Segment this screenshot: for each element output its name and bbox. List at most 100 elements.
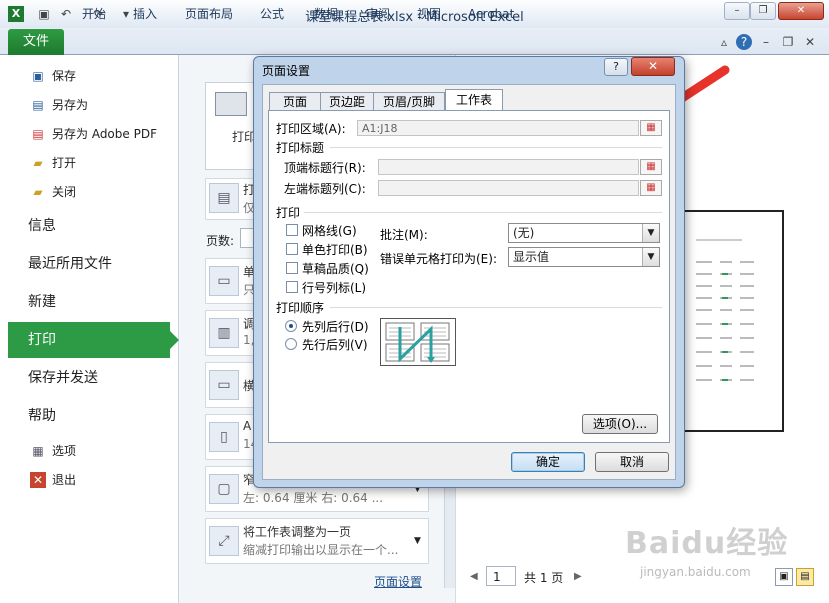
draft-quality-checkbox[interactable] <box>286 262 298 274</box>
print-area-label: 打印区域(A): <box>276 122 346 136</box>
tab-view[interactable]: 视图 <box>417 4 441 24</box>
tab-margins[interactable]: 页边距 <box>320 92 374 111</box>
nav-open[interactable]: 打开 <box>52 151 76 175</box>
options-button[interactable]: 选项(O)... <box>582 414 658 434</box>
over-then-down-radio[interactable] <box>285 338 297 350</box>
margins-sub: 左: 0.64 厘米 右: 0.64 ... <box>243 491 384 505</box>
dialog-help-button[interactable]: ? <box>604 58 628 76</box>
collapse-dialog-icon[interactable]: ▦ <box>640 159 662 175</box>
tab-page[interactable]: 页面 <box>269 92 321 111</box>
black-white-label: 单色打印(B) <box>302 243 368 257</box>
page-order-label: 打印顺序 <box>276 301 325 315</box>
dropdown-arrow-icon: ▼ <box>642 248 659 266</box>
rows-repeat-input[interactable] <box>378 159 639 175</box>
close-window-button[interactable]: ✕ <box>778 2 824 20</box>
tab-insert[interactable]: 插入 <box>133 4 157 24</box>
tab-formulas[interactable]: 公式 <box>260 4 284 24</box>
divider <box>330 307 662 308</box>
comments-value: (无) <box>513 226 535 240</box>
row-col-headings-label: 行号列标(L) <box>302 281 367 295</box>
save-icon: ▣ <box>32 69 44 83</box>
tab-sheet[interactable]: 工作表 <box>445 89 503 111</box>
row-col-headings-checkbox[interactable] <box>286 281 298 293</box>
nav-exit[interactable]: 退出 <box>52 468 76 492</box>
cols-repeat-input[interactable] <box>378 180 639 196</box>
comments-label: 批注(M): <box>380 228 428 242</box>
nav-print[interactable]: 打印 <box>8 322 170 358</box>
zoom-to-page-icon[interactable]: ▤ <box>796 568 814 586</box>
nav-save-send[interactable]: 保存并发送 <box>28 361 98 395</box>
nav-close[interactable]: 关闭 <box>52 180 76 204</box>
exit-icon: ✕ <box>30 472 46 488</box>
options-icon: ▦ <box>32 444 44 458</box>
nav-new[interactable]: 新建 <box>28 285 56 319</box>
next-page-icon[interactable]: ▶ <box>574 571 582 582</box>
comments-select[interactable]: (无) ▼ <box>508 223 660 243</box>
page-number-input[interactable]: 1 <box>486 566 516 586</box>
ok-button[interactable]: 确定 <box>511 452 585 472</box>
page-order-diagram <box>380 318 456 366</box>
collate-icon: ▥ <box>209 318 239 348</box>
single-sided-icon: ▭ <box>209 266 239 296</box>
chevron-down-icon[interactable]: ▼ <box>414 536 421 546</box>
tab-data[interactable]: 数据 <box>314 4 338 24</box>
divider <box>330 147 662 148</box>
minimize-button[interactable]: – <box>724 2 750 20</box>
pages-label: 页数: <box>206 234 235 248</box>
gridlines-checkbox[interactable] <box>286 224 298 236</box>
scaling-sub: 缩减打印输出以显示在一个... <box>243 543 399 557</box>
tab-file[interactable]: 文件 <box>8 29 64 55</box>
dropdown-arrow-icon: ▼ <box>642 224 659 242</box>
nav-recent[interactable]: 最近所用文件 <box>28 247 112 281</box>
scaling-title: 将工作表调整为一页 <box>243 525 352 539</box>
draft-quality-label: 草稿品质(Q) <box>302 262 369 276</box>
rows-repeat-label: 顶端标题行(R): <box>284 161 366 175</box>
doc-close-icon[interactable]: ✕ <box>802 34 818 50</box>
sheet-icon: ▤ <box>209 183 239 213</box>
close-folder-icon: ▰ <box>33 185 43 199</box>
watermark-logo: Baidu经验 <box>625 526 789 561</box>
print-titles-label: 打印标题 <box>276 141 325 155</box>
black-white-checkbox[interactable] <box>286 243 298 255</box>
tab-review[interactable]: 审阅 <box>366 4 390 24</box>
cancel-button[interactable]: 取消 <box>595 452 669 472</box>
print-area-input[interactable]: A1:J18 <box>357 120 639 136</box>
tab-acrobat[interactable]: Acrobat <box>468 4 514 24</box>
restore-button[interactable]: ❐ <box>750 2 776 20</box>
nav-help[interactable]: 帮助 <box>28 399 56 433</box>
show-margins-icon[interactable]: ▣ <box>775 568 793 586</box>
over-then-down-label: 先行后列(V) <box>302 338 368 352</box>
paper-size-title: A <box>243 419 252 433</box>
down-then-over-radio[interactable] <box>285 320 297 332</box>
doc-minimize-icon[interactable]: – <box>758 34 774 50</box>
nav-save[interactable]: 保存 <box>52 64 76 88</box>
tab-page-layout[interactable]: 页面布局 <box>185 4 233 24</box>
divider <box>304 212 662 213</box>
ribbon-collapse-icon[interactable]: ▵ <box>716 34 732 50</box>
page-setup-link[interactable]: 页面设置 <box>374 573 422 590</box>
errors-select[interactable]: 显示值 ▼ <box>508 247 660 267</box>
doc-restore-icon[interactable]: ❐ <box>780 34 796 50</box>
nav-save-as[interactable]: 另存为 <box>52 93 88 117</box>
nav-save-as-pdf[interactable]: 另存为 Adobe PDF <box>52 122 157 146</box>
gridlines-label: 网格线(G) <box>302 224 357 238</box>
nav-selected-arrow <box>170 331 179 349</box>
collapse-dialog-icon[interactable]: ▦ <box>640 120 662 136</box>
nav-options[interactable]: 选项 <box>52 439 76 463</box>
dialog-title: 页面设置 <box>262 64 311 78</box>
paper-icon: ▯ <box>209 422 239 452</box>
open-folder-icon: ▰ <box>33 156 43 170</box>
tab-home[interactable]: 开始 <box>82 4 106 24</box>
down-then-over-label: 先列后行(D) <box>302 320 369 334</box>
nav-info[interactable]: 信息 <box>28 209 56 243</box>
tab-header-footer[interactable]: 页眉/页脚 <box>373 92 445 111</box>
pdf-icon: ▤ <box>32 127 44 141</box>
prev-page-icon[interactable]: ◀ <box>470 571 478 582</box>
help-icon[interactable]: ? <box>736 34 752 50</box>
save-as-icon: ▤ <box>32 98 44 112</box>
printer-icon <box>215 92 247 116</box>
collapse-dialog-icon[interactable]: ▦ <box>640 180 662 196</box>
dialog-close-button[interactable]: ✕ <box>631 57 675 76</box>
fit-page-icon: ⤢ <box>209 526 239 556</box>
cols-repeat-label: 左端标题列(C): <box>284 182 366 196</box>
